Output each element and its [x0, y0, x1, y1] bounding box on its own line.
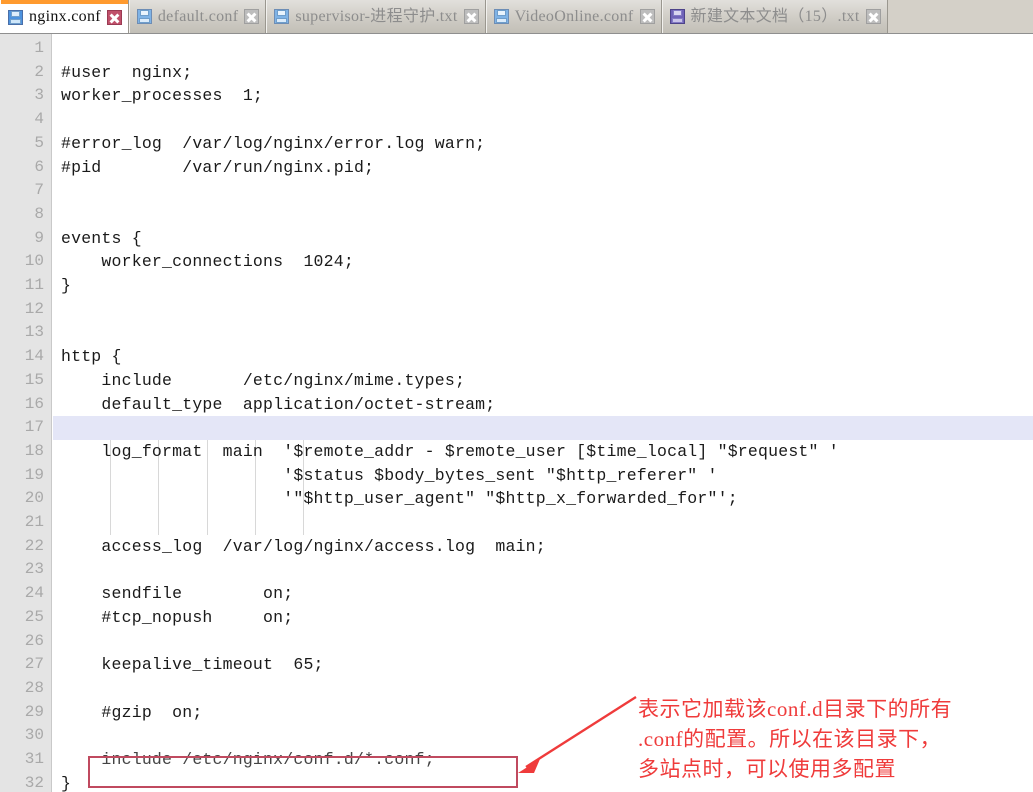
editor-window: nginx.conf default.conf supervisor-进程守护.… [0, 0, 1033, 792]
code-line: #gzip on; [61, 702, 203, 722]
floppy-disk-icon [274, 9, 290, 24]
line-number: 29 [24, 702, 44, 721]
tab-default-conf[interactable]: default.conf [128, 0, 267, 33]
line-number: 21 [24, 513, 44, 531]
line-number: 19 [24, 465, 44, 484]
line-number: 27 [24, 655, 44, 674]
line-number: 8 [34, 204, 44, 223]
annotation-note-line-3: 多站点时，可以使用多配置 [638, 757, 896, 781]
tab-label: VideoOnline.conf [514, 7, 634, 25]
code-text-area[interactable]: #user nginx; worker_processes 1; #error_lo… [53, 34, 1033, 792]
code-line: keepalive_timeout 65; [61, 655, 324, 675]
tab-supervisor-txt[interactable]: supervisor-进程守护.txt [266, 0, 486, 33]
line-number: 31 [24, 750, 44, 768]
line-number: 30 [24, 726, 44, 745]
line-number: 20 [24, 489, 44, 508]
line-number: 25 [24, 607, 44, 626]
close-icon[interactable] [865, 9, 881, 24]
code-line: http { [61, 347, 122, 367]
line-number: 2 [34, 62, 44, 81]
code-line: worker_processes 1; [61, 86, 264, 106]
line-number: 9 [34, 228, 44, 247]
line-number: 24 [24, 584, 44, 603]
code-line: } [61, 773, 72, 792]
line-number: 26 [24, 631, 44, 650]
code-line: worker_connections 1024; [61, 252, 354, 272]
line-number: 1 [34, 39, 44, 57]
tab-new-text-document-15-txt[interactable]: 新建文本文档（15）.txt [661, 0, 888, 33]
code-line: default_type application/octet-stream; [61, 394, 496, 414]
line-number: 6 [34, 157, 44, 176]
line-number: 7 [34, 181, 44, 200]
line-number: 10 [24, 252, 44, 271]
code-line: '$status $body_bytes_sent "$http_referer… [61, 465, 718, 485]
line-number: 32 [24, 773, 44, 792]
tab-nginx-conf[interactable]: nginx.conf [0, 0, 129, 33]
floppy-disk-icon [136, 9, 152, 24]
code-line: #error_log /var/log/nginx/error.log warn… [61, 133, 486, 153]
line-number: 18 [24, 441, 44, 460]
code-line: #user nginx; [61, 62, 193, 82]
tab-label: nginx.conf [29, 8, 101, 25]
code-line: access_log /var/log/nginx/access.log mai… [61, 536, 546, 556]
tab-label: supervisor-进程守护.txt [295, 7, 458, 25]
line-number: 22 [24, 536, 44, 555]
tab-videoonline-conf[interactable]: VideoOnline.conf [485, 0, 662, 33]
annotation-note-line-1: 表示它加载该conf.d目录下的所有 [638, 697, 953, 721]
line-number: 13 [24, 323, 44, 342]
line-number: 4 [34, 110, 44, 129]
code-line: #tcp_nopush on; [61, 607, 294, 627]
line-number: 3 [34, 86, 44, 105]
line-number: 16 [24, 394, 44, 413]
line-number: 14 [24, 347, 44, 366]
code-line: #pid /var/run/nginx.pid; [61, 157, 375, 177]
line-number: 23 [24, 560, 44, 579]
tab-label: default.conf [157, 7, 239, 25]
close-icon[interactable] [244, 9, 260, 24]
tab-bar: nginx.conf default.conf supervisor-进程守护.… [0, 0, 1033, 34]
code-line-highlighted: include /etc/nginx/conf.d/*.conf; [61, 750, 435, 769]
floppy-disk-icon [493, 9, 509, 24]
code-line: '"$http_user_agent" "$http_x_forwarded_f… [61, 489, 738, 509]
code-line: sendfile on; [61, 584, 294, 604]
annotation-note-line-2: .conf的配置。所以在该目录下， [638, 727, 942, 751]
line-number: 11 [24, 276, 44, 294]
line-number-gutter: 1 2 3 4 5 6 7 8 9 10 11 12 13 14 15 16 17 18 19 20 21 22 23 24 2… [0, 34, 52, 792]
close-icon[interactable] [463, 9, 479, 24]
line-number: 5 [34, 133, 44, 152]
floppy-disk-purple-icon [669, 9, 685, 24]
code-editor[interactable]: 1 2 3 4 5 6 7 8 9 10 11 12 13 14 15 16 17 18 19 20 21 22 23 24 2… [0, 34, 1033, 792]
close-icon[interactable] [106, 9, 122, 25]
code-line: log_format main '$remote_addr - $remote_… [61, 441, 839, 461]
line-number: 28 [24, 678, 44, 697]
code-line: } [61, 276, 72, 295]
line-number: 15 [24, 370, 44, 389]
tab-label: 新建文本文档（15）.txt [690, 7, 860, 25]
current-line-highlight [53, 416, 1033, 440]
line-number: 17 [24, 418, 44, 437]
close-icon[interactable] [639, 9, 655, 24]
line-number: 12 [24, 299, 44, 318]
code-line: include /etc/nginx/mime.types; [61, 370, 466, 390]
code-line: events { [61, 228, 142, 248]
floppy-disk-icon [8, 9, 23, 25]
annotation-note: 表示它加载该conf.d目录下的所有 .conf的配置。所以在该目录下， 多站点… [638, 694, 1033, 784]
